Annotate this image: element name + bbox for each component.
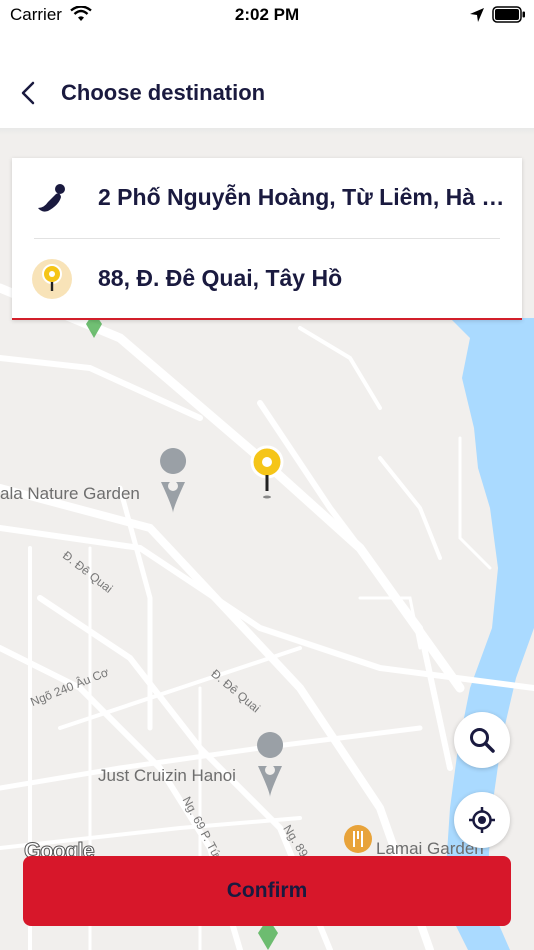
route-card: 2 Phố Nguyễn Hoàng, Từ Liêm, Hà Nội 88, …	[12, 158, 522, 320]
status-bar: Carrier 2:02 PM	[0, 0, 534, 30]
my-location-icon	[469, 807, 495, 833]
nav-shadow	[0, 128, 534, 135]
destination-address: 88, Đ. Đê Quai, Tây Hồ	[98, 265, 343, 291]
destination-pin-icon	[32, 259, 72, 299]
search-button[interactable]	[454, 712, 510, 768]
clock: 2:02 PM	[234, 5, 300, 24]
navigation-bar: Choose destination	[0, 30, 534, 128]
battery-icon	[492, 6, 525, 23]
my-location-button[interactable]	[454, 792, 510, 848]
destination-row[interactable]: 88, Đ. Đê Quai, Tây Hồ	[12, 239, 522, 319]
pickup-person-icon	[38, 184, 65, 212]
place-label[interactable]: ala Nature Garden	[0, 484, 140, 504]
origin-row[interactable]: 2 Phố Nguyễn Hoàng, Từ Liêm, Hà Nội	[12, 158, 522, 238]
confirm-button[interactable]: Confirm	[23, 856, 511, 926]
page-title: Choose destination	[61, 80, 266, 105]
place-label[interactable]: Just Cruizin Hanoi	[98, 766, 236, 786]
search-icon	[470, 728, 495, 753]
location-arrow-icon	[470, 8, 484, 22]
origin-address: 2 Phố Nguyễn Hoàng, Từ Liêm, Hà Nội	[98, 184, 508, 210]
back-chevron-icon[interactable]	[18, 80, 38, 106]
